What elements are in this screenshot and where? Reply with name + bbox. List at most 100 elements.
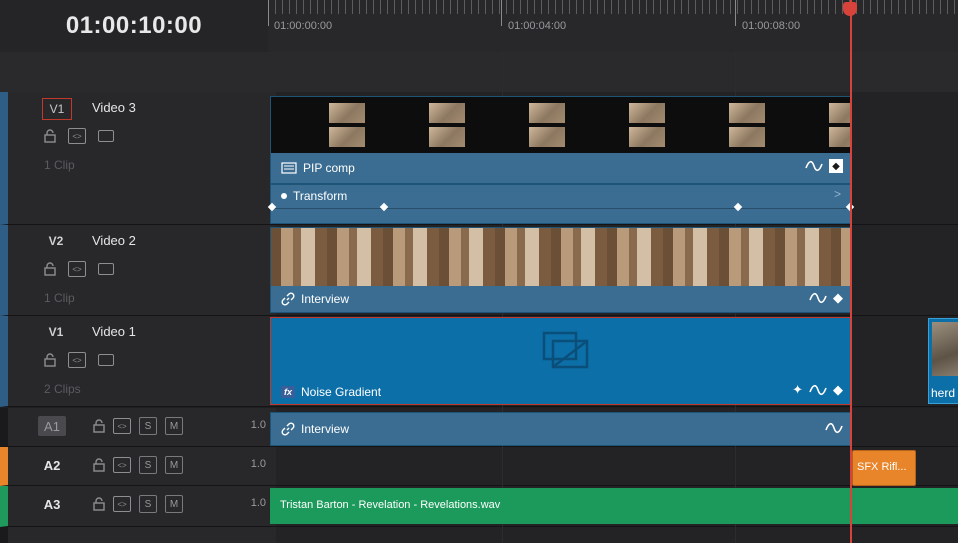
keyframe[interactable]	[267, 202, 277, 212]
clip-count-v1: 2 Clips	[44, 382, 81, 396]
track-name-v3[interactable]: Video 3	[92, 100, 136, 115]
solo-button[interactable]: S	[139, 495, 157, 513]
mute-button[interactable]: M	[165, 417, 183, 435]
curve-icon	[805, 160, 823, 172]
lock-icon[interactable]	[44, 353, 56, 367]
thumbnail	[529, 103, 565, 151]
clip-right-icons: ◆	[809, 290, 843, 306]
thumbnail	[429, 103, 465, 151]
auto-select-icon[interactable]: <>	[68, 352, 86, 368]
lock-icon[interactable]	[93, 419, 105, 433]
track-tag-a2[interactable]: A2	[38, 455, 66, 475]
clip-thumbnail	[932, 322, 958, 376]
ruler-label: 01:00:08:00	[742, 20, 801, 32]
clip-sfx[interactable]: SFX Rifl...	[852, 450, 916, 486]
sparkle-icon[interactable]: ✦	[792, 382, 803, 398]
keyframe-track-line	[271, 208, 851, 209]
thumbnail	[629, 103, 665, 151]
track-name-v2[interactable]: Video 2	[92, 233, 136, 248]
playhead-handle[interactable]	[843, 2, 857, 16]
track-controls-v3: <>	[44, 128, 114, 144]
chevron-right-icon[interactable]: >	[834, 187, 841, 201]
ruler-label: 01:00:04:00	[508, 20, 567, 32]
track-enable-icon[interactable]	[98, 130, 114, 142]
track-volume-a1[interactable]: 1.0	[251, 419, 266, 431]
clip-label-group: PIP comp	[281, 161, 355, 175]
track-volume-a3[interactable]: 1.0	[251, 497, 266, 509]
curve-icon	[809, 384, 827, 396]
solo-button[interactable]: S	[139, 417, 157, 435]
compound-clip-icon	[281, 162, 297, 174]
ruler-major-tick	[735, 0, 736, 26]
auto-select-icon[interactable]: <>	[68, 261, 86, 277]
lock-icon[interactable]	[93, 458, 105, 472]
keyframe-icon[interactable]: ◆	[833, 290, 843, 306]
mute-button[interactable]: M	[165, 456, 183, 474]
clip-filmstrip	[271, 228, 851, 286]
header-spacer	[0, 52, 268, 93]
track-controls-v1: <>	[44, 352, 114, 368]
track-controls-a1: <> S M	[93, 417, 183, 435]
track-controls-a3: <> S M	[93, 495, 183, 513]
mute-button[interactable]: M	[165, 495, 183, 513]
track-name-v1[interactable]: Video 1	[92, 324, 136, 339]
ruler-major-tick	[501, 0, 502, 26]
keyframe-toggle-icon[interactable]: ◆	[829, 159, 843, 173]
thumbnail	[729, 103, 765, 151]
auto-select-icon[interactable]: <>	[113, 496, 131, 512]
clip-pip-comp[interactable]: PIP comp ◆	[270, 96, 852, 184]
track-controls-v2: <>	[44, 261, 114, 277]
track-header-v2[interactable]: V2 Video 2 <> 1 Clip	[0, 225, 276, 316]
timecode-display[interactable]: 01:00:10:00	[0, 0, 268, 53]
ruler-label: 01:00:00:00	[274, 20, 333, 32]
clip-interview-video[interactable]: Interview ◆	[270, 227, 852, 313]
link-icon	[281, 292, 295, 306]
clip-name: Interview	[301, 292, 350, 306]
track-header-a1[interactable]: A1 <> S M 1.0	[0, 408, 276, 447]
curve-icon	[825, 422, 843, 434]
lock-icon[interactable]	[44, 262, 56, 276]
ruler-spacer	[268, 52, 958, 93]
fx-badge: fx	[281, 386, 296, 398]
track-tag-a1[interactable]: A1	[38, 416, 66, 436]
track-enable-icon[interactable]	[98, 263, 114, 275]
track-volume-a2[interactable]: 1.0	[251, 458, 266, 470]
keyframe-icon[interactable]: ◆	[833, 382, 843, 398]
clip-music[interactable]: Tristan Barton - Revelation - Revelation…	[270, 488, 958, 524]
auto-select-icon[interactable]: <>	[113, 457, 131, 473]
clip-label-group: Interview	[281, 292, 349, 306]
bullet-icon	[281, 193, 287, 199]
clip-interview-audio[interactable]: Interview	[270, 412, 852, 446]
clip-right-icons: ✦ ◆	[792, 382, 843, 398]
keyframe-lane-label: Transform	[281, 189, 347, 203]
keyframe[interactable]	[733, 202, 743, 212]
clip-thumbnails	[271, 97, 851, 153]
track-header-a3[interactable]: A3 <> S M 1.0	[0, 486, 276, 527]
track-header-v1[interactable]: V1 Video 1 <> 2 Clips	[0, 316, 276, 407]
track-tag-a3[interactable]: A3	[38, 494, 66, 514]
link-icon	[281, 422, 295, 436]
keyframe[interactable]	[379, 202, 389, 212]
clip-herd[interactable]: herd	[928, 318, 958, 404]
keyframe-lane-name: Transform	[293, 189, 348, 203]
solo-button[interactable]: S	[139, 456, 157, 474]
lock-icon[interactable]	[44, 129, 56, 143]
keyframe-lane-transform[interactable]: Transform >	[267, 184, 855, 224]
playhead-line[interactable]	[850, 0, 852, 543]
lock-icon[interactable]	[93, 497, 105, 511]
track-header-a2[interactable]: A2 <> S M 1.0	[0, 447, 276, 486]
auto-select-icon[interactable]: <>	[68, 128, 86, 144]
clip-label-group: fx Noise Gradient	[281, 385, 381, 399]
generator-icon	[542, 331, 589, 369]
clip-name: Interview	[301, 422, 350, 436]
track-tag-v1[interactable]: V1	[42, 322, 70, 342]
auto-select-icon[interactable]: <>	[113, 418, 131, 434]
track-enable-icon[interactable]	[98, 354, 114, 366]
track-header-v3[interactable]: V1 Video 3 <> 1 Clip	[0, 92, 276, 225]
thumbnail	[829, 103, 851, 151]
track-tag-v3[interactable]: V1	[42, 98, 72, 120]
clip-right-icons	[825, 422, 843, 434]
clip-noise-gradient[interactable]: fx Noise Gradient ✦ ◆	[270, 317, 852, 405]
track-tag-v2[interactable]: V2	[42, 231, 70, 251]
track-controls-a2: <> S M	[93, 456, 183, 474]
